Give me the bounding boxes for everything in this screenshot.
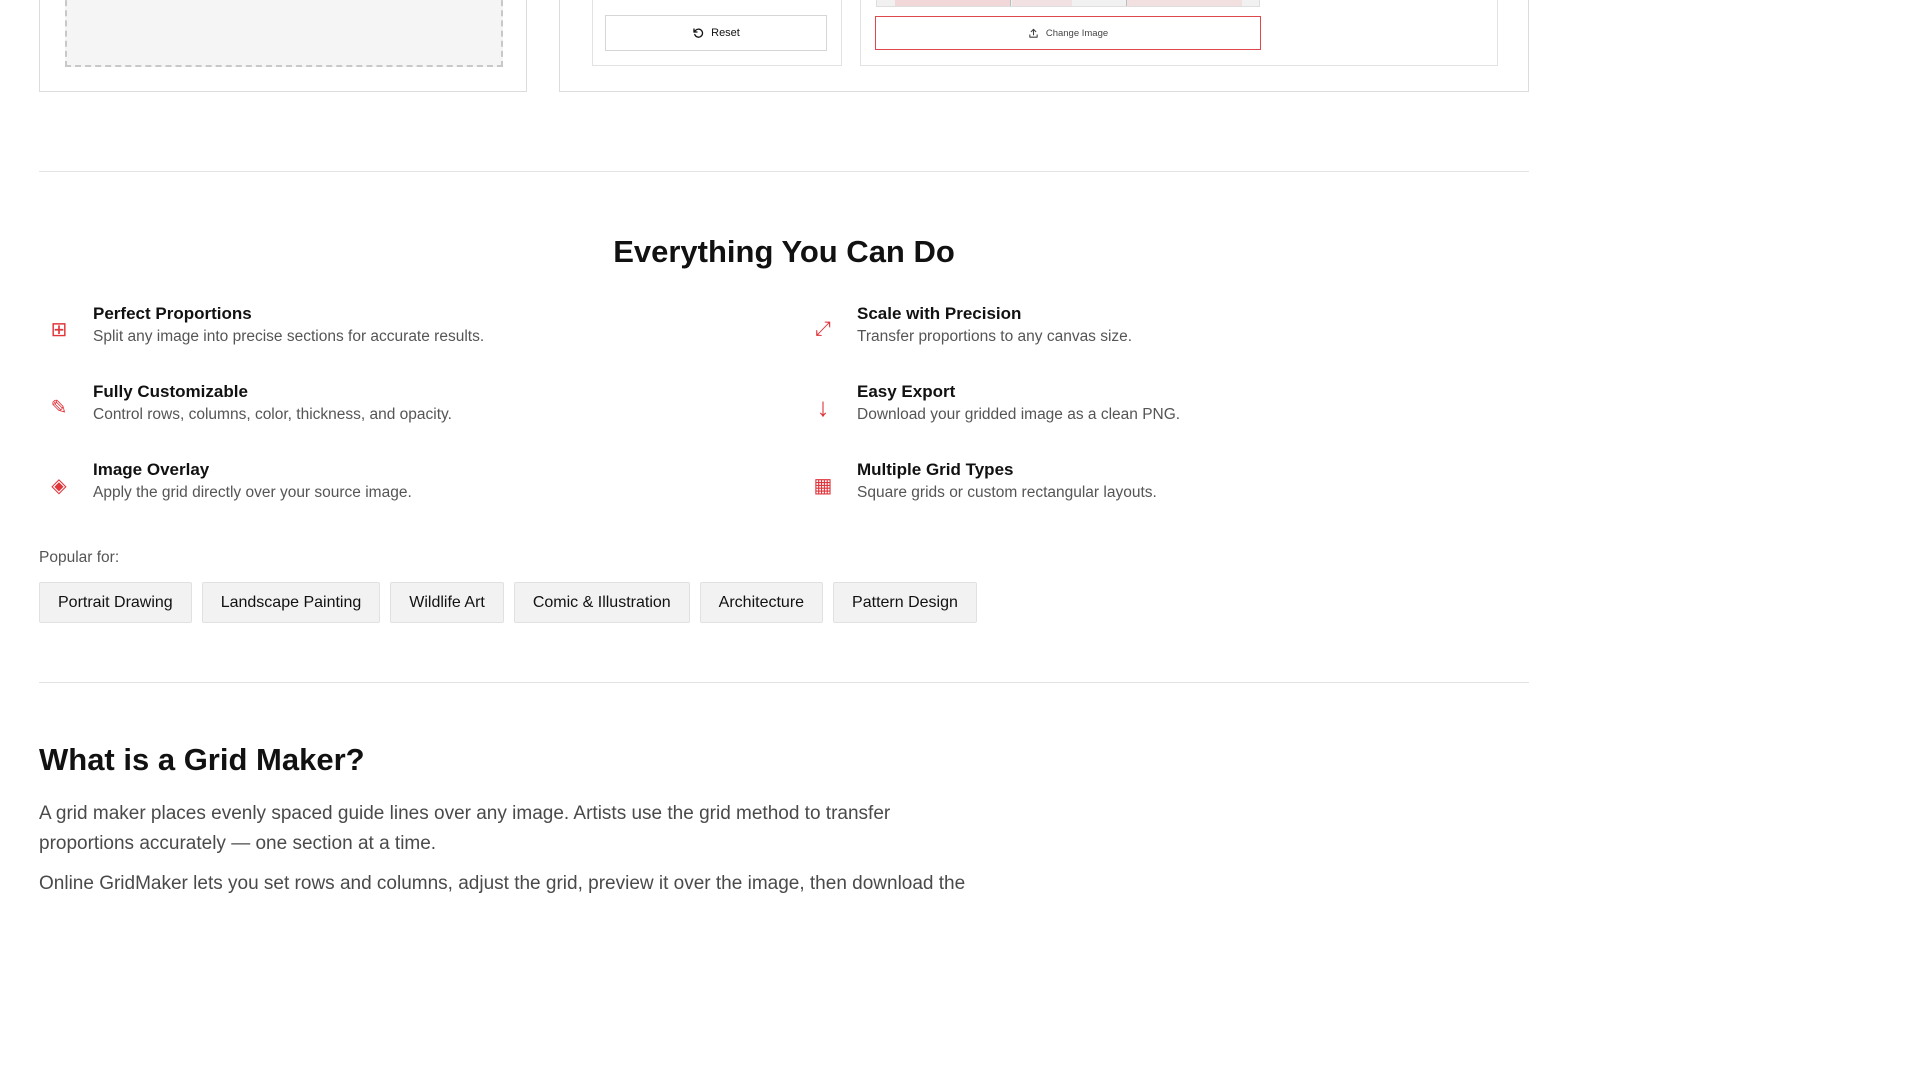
feature-title: Multiple Grid Types (857, 460, 1014, 479)
tag-pattern-design[interactable]: Pattern Design (833, 582, 977, 623)
feature-title: Easy Export (857, 382, 956, 401)
expand-icon: ⤢ (815, 317, 831, 340)
image-dropzone[interactable] (65, 0, 503, 67)
feature-description: Control rows, columns, color, thickness,… (93, 406, 452, 423)
reset-label: Reset (711, 27, 740, 39)
tag-comic-illustration[interactable]: Comic & Illustration (513, 582, 690, 623)
section-divider (39, 682, 1529, 683)
section-divider (39, 171, 1529, 172)
grid-square-icon: ▦ (813, 474, 833, 497)
popular-tags: Portrait Drawing Landscape Painting Wild… (39, 582, 977, 623)
grid-icon: ⊞ (50, 318, 68, 341)
reset-button[interactable]: Reset (605, 15, 827, 51)
reset-icon (693, 28, 704, 38)
feature-description: Split any image into precise sections fo… (93, 328, 485, 345)
tag-landscape-painting[interactable]: Landscape Painting (201, 582, 381, 623)
feature-title: Fully Customizable (93, 382, 248, 401)
about-paragraph: A grid maker places evenly spaced guide … (39, 803, 891, 854)
features-title: Everything You Can Do (613, 234, 955, 269)
feature-description: Apply the grid directly over your source… (93, 484, 412, 501)
image-preview-thumbnail (876, 0, 1260, 7)
feature-description: Square grids or custom rectangular layou… (857, 484, 1157, 501)
feature-title: Image Overlay (93, 460, 210, 479)
about-paragraph-2: Online GridMaker lets you set rows and c… (39, 873, 969, 894)
diamond-icon: ◈ (51, 474, 67, 497)
feature-description: Transfer proportions to any canvas size. (857, 328, 1133, 345)
change-image-button[interactable]: Change Image (875, 16, 1261, 50)
pencil-icon: ✎ (50, 396, 68, 419)
feature-title: Scale with Precision (857, 304, 1022, 323)
tag-architecture[interactable]: Architecture (699, 582, 824, 623)
tag-portrait-drawing[interactable]: Portrait Drawing (39, 582, 192, 623)
arrow-down-icon: ↓ (816, 391, 830, 422)
tag-wildlife-art[interactable]: Wildlife Art (390, 582, 504, 623)
feature-description: Download your gridded image as a clean P… (857, 406, 1181, 423)
popular-for-label: Popular for: (39, 549, 120, 566)
about-title: What is a Grid Maker? (39, 742, 365, 777)
upload-icon (1029, 28, 1038, 38)
change-image-label: Change Image (1045, 27, 1109, 39)
feature-title: Perfect Proportions (93, 304, 252, 323)
